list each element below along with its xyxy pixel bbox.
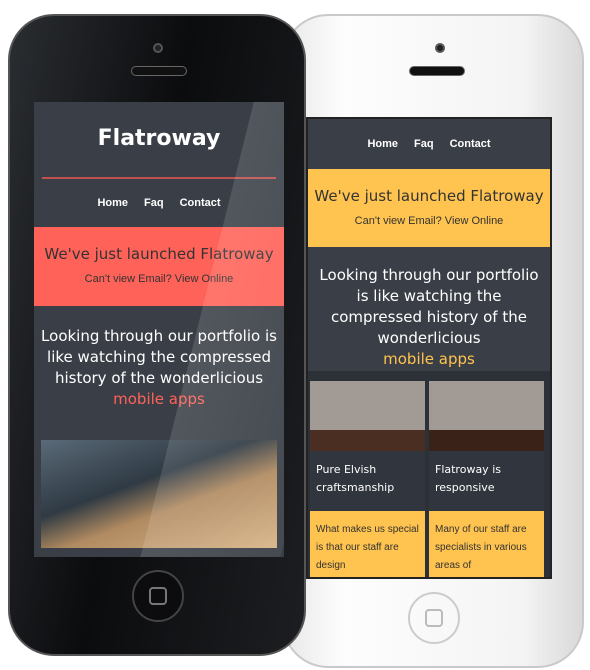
card-body: Many of our staff are specialists in var… [429,511,544,577]
card-title: Pure Elvish craftsmanship [316,463,395,494]
banner-title: We've just launched Flatroway [314,187,544,205]
black-screen: Flatroway Home Faq Contact We've just la… [34,102,284,557]
divider [42,177,276,179]
hero: Looking through our portfolio is like wa… [34,306,284,410]
nav-contact[interactable]: Contact [450,138,491,150]
hero: Looking through our portfolio is like wa… [308,247,550,371]
hero-text: Looking through our portfolio is like wa… [41,327,277,387]
logo: Flatroway [97,126,221,151]
card-image [429,381,544,451]
home-button[interactable] [132,570,184,622]
hero-highlight: mobile apps [113,390,205,408]
home-button[interactable] [408,592,460,644]
hero-highlight: mobile apps [383,350,475,368]
launch-banner: We've just launched Flatroway Can't view… [34,227,284,306]
camera-icon [435,43,445,53]
card: Pure Elvish craftsmanship What makes us … [310,381,425,577]
camera-icon [153,43,163,53]
card-title: Flatroway is responsive [435,463,501,494]
card-body: What makes us special is that our staff … [310,511,425,577]
white-phone: Home Faq Contact We've just launched Fla… [282,14,584,668]
nav: Home Faq Contact [308,119,550,169]
nav-contact[interactable]: Contact [180,197,221,227]
nav: Home Faq Contact [34,197,284,227]
speaker-icon [409,66,465,76]
speaker-icon [131,66,187,76]
card: Flatroway is responsive Many of our staf… [429,381,544,577]
nav-faq[interactable]: Faq [414,138,434,150]
view-online-link[interactable]: Can't view Email? View Online [34,273,284,285]
banner-title: We've just launched Flatroway [44,245,274,263]
nav-home[interactable]: Home [97,197,128,227]
view-online-link[interactable]: Can't view Email? View Online [308,215,550,227]
nav-faq[interactable]: Faq [144,197,164,227]
black-phone: Flatroway Home Faq Contact We've just la… [8,14,306,656]
hero-text: Looking through our portfolio is like wa… [319,266,539,347]
cards: Pure Elvish craftsmanship What makes us … [308,371,550,577]
white-screen: Home Faq Contact We've just launched Fla… [306,117,552,579]
laptop-desk-photo [41,440,277,548]
card-image [310,381,425,451]
nav-home[interactable]: Home [367,138,398,150]
launch-banner: We've just launched Flatroway Can't view… [308,169,550,247]
